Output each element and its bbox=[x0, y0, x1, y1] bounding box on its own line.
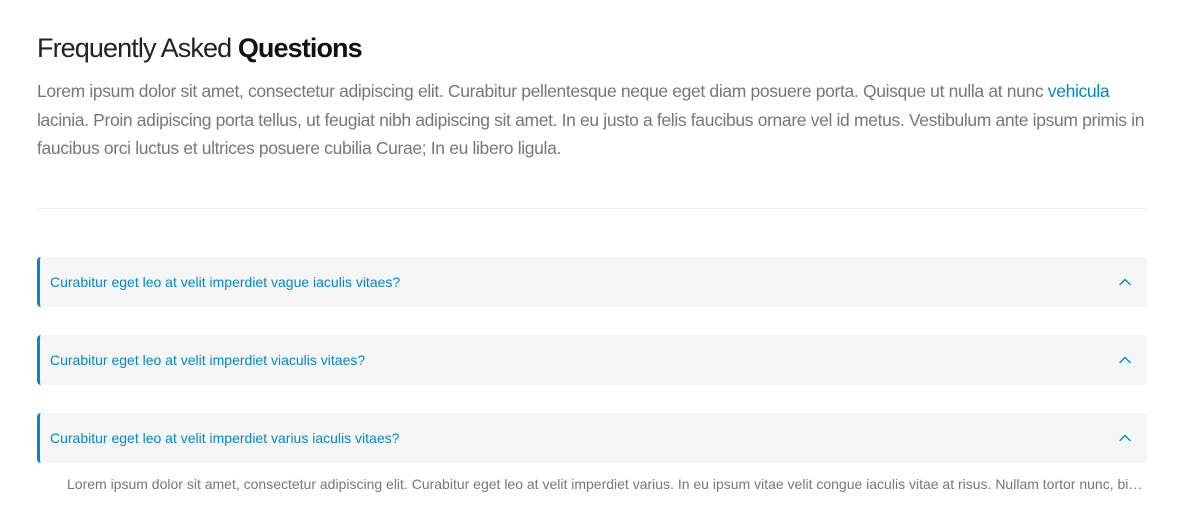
intro-link[interactable]: vehicula bbox=[1048, 81, 1110, 101]
intro-text-after: lacinia. Proin adipiscing porta tellus, … bbox=[37, 109, 1145, 159]
faq-question-2: Curabitur eget leo at velit imperdiet vi… bbox=[50, 352, 366, 368]
intro-paragraph: Lorem ipsum dolor sit amet, consectetur … bbox=[37, 77, 1147, 163]
chevron-up-icon bbox=[1119, 278, 1131, 286]
intro-text-before: Lorem ipsum dolor sit amet, consectetur … bbox=[37, 81, 1048, 101]
faq-item-3[interactable]: Curabitur eget leo at velit imperdiet va… bbox=[37, 413, 1147, 463]
page-title-prefix: Frequently Asked bbox=[37, 33, 238, 63]
faq-question-1: Curabitur eget leo at velit imperdiet va… bbox=[50, 274, 401, 290]
faq-question-3: Curabitur eget leo at velit imperdiet va… bbox=[50, 430, 400, 446]
page-title-emphasis: Questions bbox=[237, 33, 363, 63]
section-divider bbox=[37, 208, 1147, 209]
chevron-up-icon bbox=[1119, 434, 1131, 442]
faq-item-1[interactable]: Curabitur eget leo at velit imperdiet va… bbox=[37, 257, 1147, 307]
page-title: Frequently Asked Questions bbox=[37, 30, 363, 66]
faq-answer-3: Lorem ipsum dolor sit amet, consectetur … bbox=[67, 476, 1147, 492]
faq-item-2[interactable]: Curabitur eget leo at velit imperdiet vi… bbox=[37, 335, 1147, 385]
chevron-up-icon bbox=[1119, 356, 1131, 364]
